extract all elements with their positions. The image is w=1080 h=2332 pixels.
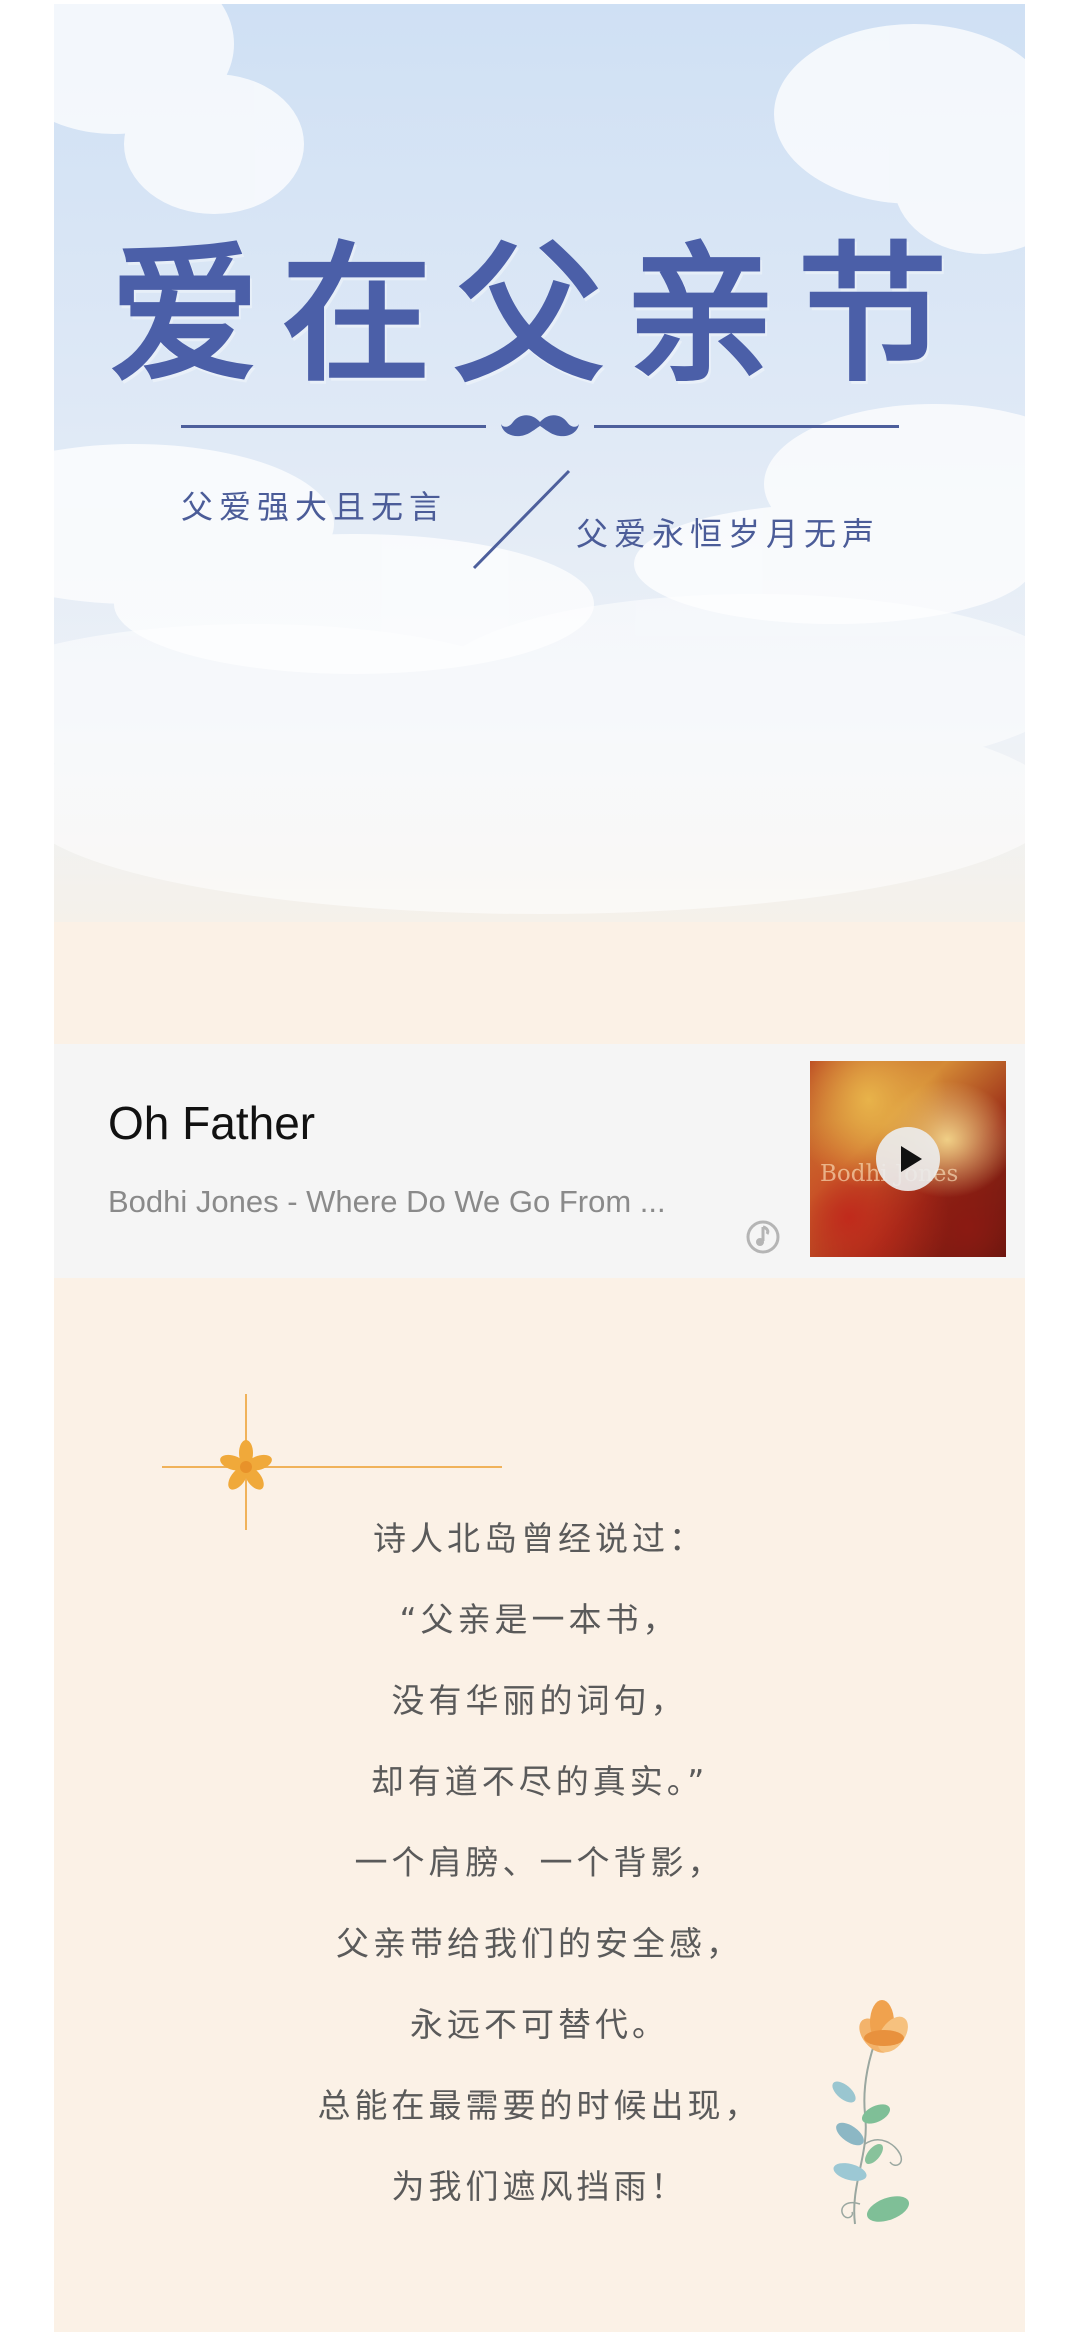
flower-illustration <box>832 2000 910 2225</box>
music-card[interactable]: Oh Father Bodhi Jones - Where Do We Go F… <box>54 1044 1025 1278</box>
poem-line: 诗人北岛曾经说过： <box>373 1519 706 1558</box>
play-icon <box>901 1146 922 1172</box>
poem-line: 一个肩膀、一个背影， <box>354 1843 725 1882</box>
play-button[interactable] <box>876 1127 940 1191</box>
poem-line: 却有道不尽的真实。” <box>370 1762 709 1801</box>
poem-line: 父亲带给我们的安全感， <box>336 1924 743 1963</box>
divider-line-left <box>181 425 486 428</box>
mustache-icon <box>501 415 579 437</box>
slash-divider <box>472 469 571 570</box>
article: 爱在父亲节 父爱强大且无言 父爱永恒岁月无声 Oh Father Bodhi J… <box>54 4 1025 2332</box>
tagline-right: 父爱永恒岁月无声 <box>576 515 881 553</box>
poem-line: 没有华丽的词句， <box>391 1681 688 1720</box>
banner-image: 爱在父亲节 父爱强大且无言 父爱永恒岁月无声 <box>54 4 1025 922</box>
music-subtitle: Bodhi Jones - Where Do We Go From ... <box>108 1184 666 1219</box>
tagline-left: 父爱强大且无言 <box>181 488 448 526</box>
music-note-icon <box>746 1220 780 1254</box>
banner-title: 爱在父亲节 <box>109 227 970 403</box>
poem-line: “父亲是一本书， <box>399 1600 680 1639</box>
album-cover[interactable]: Bodhi Jones <box>810 1061 1006 1257</box>
music-title: Oh Father <box>108 1097 316 1149</box>
divider-line-right <box>594 425 899 428</box>
cloud-background <box>54 4 1025 914</box>
